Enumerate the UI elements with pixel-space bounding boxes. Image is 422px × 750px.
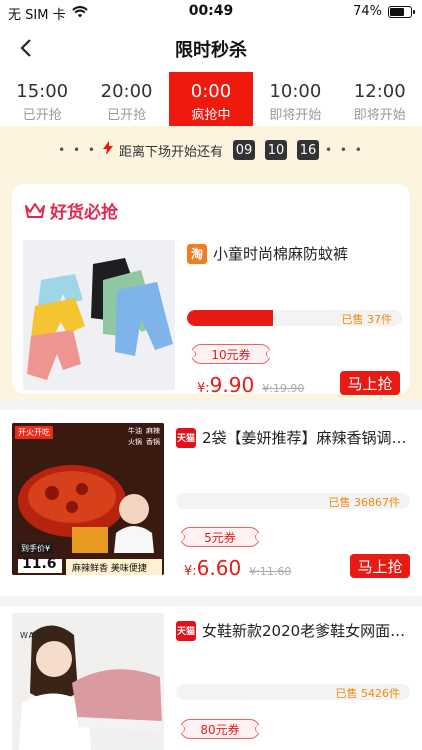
decor-dots-left: • • • (58, 143, 97, 157)
currency-symbol: ¥: (197, 381, 210, 396)
lightning-icon (102, 141, 113, 159)
product-title-row[interactable]: 淘 小童时尚棉麻防蚊裤 (187, 243, 402, 264)
tab-12-00[interactable]: 12:00 即将开始 (338, 72, 422, 126)
time-tabs: 15:00 已开抢 20:00 已开抢 0:00 疯抢中 10:00 即将开始 12:0… (0, 72, 422, 126)
status-bar: 无 SIM 卡 00:49 74% (0, 0, 422, 24)
coupon-badge: 10元券 (187, 344, 275, 364)
image-slogan: 麻辣鲜香 美味便捷 (72, 564, 147, 574)
image-price-label: 到手价¥ (18, 543, 54, 554)
original-price: ¥:19.90 (262, 382, 305, 395)
countdown-hours: 09 (233, 140, 255, 160)
decor-dots-right: • • • (325, 143, 364, 157)
tab-status: 疯抢中 (191, 108, 231, 123)
tab-time: 0:00 (190, 81, 232, 102)
image-brand: WANWO (20, 631, 59, 640)
image-brand: 开火开吃 (15, 426, 53, 439)
battery-fill (390, 7, 405, 16)
coupon-badge: 5元券 (176, 527, 264, 547)
tab-20-00[interactable]: 20:00 已开抢 (84, 72, 168, 126)
product-image[interactable]: 开火开吃 牛油 麻辣 火锅 香锅 到手价¥ 11.6 麻辣鲜香 美味便捷 (12, 423, 164, 575)
product-title-row[interactable]: 天猫 2袋【姜妍推荐】麻辣香锅调… (176, 427, 416, 448)
product-title: 小童时尚棉麻防蚊裤 (213, 245, 349, 263)
highlight-heading-text: 好货必抢 (50, 203, 118, 223)
product-title: 2袋【姜妍推荐】麻辣香锅调… (202, 429, 407, 447)
tab-time: 15:00 (16, 81, 69, 102)
price-row: ¥:9.90 ¥:19.90 (197, 373, 304, 397)
tmall-icon: 天猫 (176, 620, 196, 641)
image-tag: 火锅 (128, 438, 142, 446)
price-row: ¥:6.60 ¥:11.60 (184, 556, 291, 580)
status-right: 74% (353, 4, 415, 19)
sold-progress-bar: 已售 5426件 (176, 684, 410, 700)
countdown-seconds: 16 (297, 140, 319, 160)
section-divider (0, 596, 422, 606)
tab-time: 12:00 (353, 81, 406, 102)
highlight-card[interactable]: 好货必抢 淘 小童时尚棉麻防蚊裤 已售 37件 10元券 ¥:9.90 ¥:19… (12, 184, 410, 397)
product-title-row[interactable]: 天猫 女鞋新款2020老爹鞋女网面… (176, 620, 416, 641)
sold-progress-bar: 已售 36867件 (176, 493, 410, 509)
sold-progress-bar: 已售 37件 (187, 310, 402, 326)
sold-progress-fill (187, 310, 273, 326)
image-tags: 牛油 麻辣 火锅 香锅 (128, 426, 160, 447)
product-card-sneakers[interactable]: WANWO 天猫 女鞋新款2020老爹鞋女网面… 已售 5426件 80元券 (0, 606, 422, 750)
countdown-minutes: 10 (265, 140, 287, 160)
buy-now-button[interactable]: 马上抢 (350, 554, 410, 578)
original-price: ¥:11.60 (249, 565, 292, 578)
battery-icon (388, 5, 415, 18)
section-divider (0, 400, 422, 410)
tab-status: 已开抢 (22, 108, 62, 123)
product-image[interactable]: WANWO (12, 613, 164, 750)
product-title: 女鞋新款2020老爹鞋女网面… (202, 622, 406, 640)
tab-15-00[interactable]: 15:00 已开抢 (0, 72, 84, 126)
tab-0-00[interactable]: 0:00 疯抢中 (168, 72, 254, 126)
sold-count: 已售 5426件 (335, 687, 401, 700)
currency-symbol: ¥: (184, 564, 197, 579)
highlight-heading: 好货必抢 (24, 198, 118, 223)
buy-now-button[interactable]: 马上抢 (340, 371, 400, 395)
tab-time: 10:00 (269, 81, 322, 102)
battery-percent: 74% (353, 4, 382, 19)
highlight-section: 好货必抢 淘 小童时尚棉麻防蚊裤 已售 37件 10元券 ¥:9.90 ¥:19… (0, 174, 422, 400)
price-value: 6.60 (196, 556, 242, 580)
price-value: 9.90 (209, 373, 255, 397)
product-card-hotpot[interactable]: 开火开吃 牛油 麻辣 火锅 香锅 到手价¥ 11.6 麻辣鲜香 美味便捷 天猫 … (0, 410, 422, 596)
taobao-icon: 淘 (187, 243, 207, 264)
current-price: ¥:6.60 (184, 556, 241, 580)
tmall-icon: 天猫 (176, 427, 196, 448)
sold-count: 已售 37件 (341, 313, 393, 326)
image-tag: 麻辣 (146, 427, 160, 435)
tab-status: 即将开始 (269, 108, 322, 123)
image-tag: 牛油 (128, 427, 142, 435)
tab-status: 即将开始 (353, 108, 406, 123)
countdown-label: 距离下场开始还有 (118, 144, 223, 160)
crown-icon (25, 202, 45, 218)
image-tag: 香锅 (146, 438, 160, 446)
page-title: 限时秒杀 (175, 40, 247, 61)
tab-time: 20:00 (100, 81, 153, 102)
nav-bar: 限时秒杀 (0, 24, 422, 72)
sold-count: 已售 36867件 (328, 496, 401, 509)
countdown-bar: • • • 距离下场开始还有 09 10 16 • • • (0, 126, 422, 174)
coupon-badge: 80元券 (176, 719, 264, 739)
image-price-value: 11.6 (22, 556, 57, 572)
product-image[interactable] (23, 240, 175, 390)
tab-status: 已开抢 (107, 108, 147, 123)
current-price: ¥:9.90 (197, 373, 254, 397)
tab-10-00[interactable]: 10:00 即将开始 (253, 72, 337, 126)
